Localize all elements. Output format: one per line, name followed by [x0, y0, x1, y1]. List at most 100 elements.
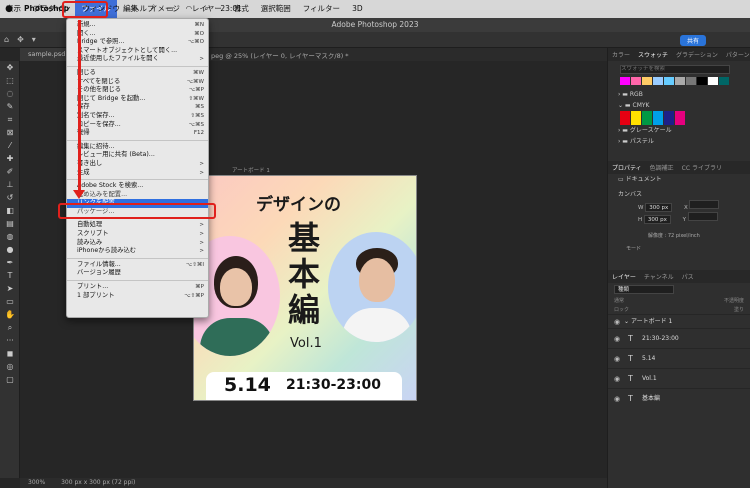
quick-mask-icon[interactable]: ◎: [0, 360, 20, 373]
swatch[interactable]: [664, 110, 674, 125]
frame-tool-icon[interactable]: ⊠: [0, 126, 20, 139]
tab-channels[interactable]: チャンネル: [640, 272, 678, 281]
zoom-level[interactable]: 300%: [28, 479, 45, 486]
menu-item-save-copy[interactable]: コピーを保存... ⌥⌘S: [67, 121, 208, 130]
eraser-icon[interactable]: ◧: [0, 204, 20, 217]
menu-help[interactable]: ヘルプ: [126, 0, 161, 18]
menu-item-close-all[interactable]: すべてを閉じる ⌥⌘W: [67, 78, 208, 87]
menu-item-version-history[interactable]: バージョン履歴: [67, 269, 208, 278]
blend-mode-select[interactable]: 通常: [614, 297, 624, 304]
share-button[interactable]: 共有: [679, 35, 706, 46]
menu-select[interactable]: 選択範囲: [255, 0, 297, 18]
menu-item-browse-bridge[interactable]: Bridge で参照... ⌥⌘O: [67, 38, 208, 47]
menu-view[interactable]: 表示: [0, 0, 27, 18]
swatch[interactable]: [675, 76, 685, 85]
tab-gradients[interactable]: グラデーション: [672, 50, 722, 59]
visibility-eye-icon[interactable]: ◉: [614, 315, 620, 329]
menu-item-save[interactable]: 保存 ⌘S: [67, 103, 208, 112]
menu-item-open[interactable]: 開く... ⌘O: [67, 30, 208, 39]
swatch[interactable]: [642, 76, 652, 85]
layer-row[interactable]: ◉ T Vol.1: [608, 367, 750, 389]
layer-group-artboard[interactable]: ◉ ⌄ アートボード 1: [608, 313, 750, 329]
eyedropper-icon[interactable]: ⁄: [0, 139, 20, 152]
menu-item-share-review[interactable]: レビュー用に共有 (Beta)...: [67, 151, 208, 160]
swatch[interactable]: [719, 76, 729, 85]
visibility-eye-icon[interactable]: ◉: [614, 329, 620, 349]
swatch[interactable]: [653, 76, 663, 85]
menu-3d[interactable]: 3D: [346, 0, 369, 18]
swatch[interactable]: [675, 110, 685, 125]
path-select-icon[interactable]: ➤: [0, 282, 20, 295]
menu-item-close[interactable]: 閉じる ⌘W: [67, 69, 208, 78]
swatch-group-pastel[interactable]: › ▬ パステル: [608, 136, 750, 147]
quick-select-icon[interactable]: ✎: [0, 100, 20, 113]
menu-item-import-iphone[interactable]: iPhoneから読み込む >: [67, 247, 208, 256]
swatch[interactable]: [642, 110, 652, 125]
swatch[interactable]: [631, 76, 641, 85]
swatch-group-cmyk[interactable]: ⌄ ▬ CMYK: [608, 100, 750, 111]
visibility-eye-icon[interactable]: ◉: [614, 389, 620, 409]
tab-paths[interactable]: パス: [678, 272, 698, 281]
swatch[interactable]: [620, 76, 630, 85]
layer-kind-select[interactable]: 種類: [614, 284, 674, 294]
hand-tool-icon[interactable]: ✋: [0, 308, 20, 321]
move-tool-icon[interactable]: ✥: [17, 35, 24, 44]
menu-filter[interactable]: フィルター: [297, 0, 346, 18]
zoom-tool-icon[interactable]: ⌕: [0, 321, 20, 334]
history-brush-icon[interactable]: ↺: [0, 191, 20, 204]
swatch[interactable]: [620, 110, 630, 125]
menu-item-revert[interactable]: 復帰 F12: [67, 129, 208, 138]
menu-item-search-stock[interactable]: Adobe Stock を検索...: [67, 182, 208, 191]
menu-item-automate[interactable]: 自動処理 >: [67, 221, 208, 230]
swatch-group-rgb[interactable]: › ▬ RGB: [608, 89, 750, 100]
tab-adjustments[interactable]: 色調補正: [646, 163, 678, 172]
brush-tool-icon[interactable]: ✐: [0, 165, 20, 178]
tab-current-doc[interactable]: peg @ 25% (レイヤー 0, レイヤーマスク/8) *: [211, 50, 349, 60]
artboard[interactable]: デザインの 基本編 Vol.1 5.14 21:30-23:00: [193, 175, 417, 401]
gradient-tool-icon[interactable]: ▤: [0, 217, 20, 230]
menu-item-save-as[interactable]: 別名で保存... ⇧⌘S: [67, 112, 208, 121]
layer-row[interactable]: ◉ T 21:30-23:00: [608, 327, 750, 349]
menu-item-import[interactable]: 読み込み >: [67, 239, 208, 248]
marquee-tool-icon[interactable]: ⬚: [0, 74, 20, 87]
swatch-group-gray[interactable]: › ▬ グレースケール: [608, 125, 750, 136]
swatch[interactable]: [653, 110, 663, 125]
visibility-eye-icon[interactable]: ◉: [614, 369, 620, 389]
lasso-tool-icon[interactable]: ◌: [0, 87, 20, 100]
layer-row[interactable]: ◉ T 5.14: [608, 347, 750, 369]
visibility-eye-icon[interactable]: ◉: [614, 349, 620, 369]
move-tool-icon[interactable]: ✥: [0, 61, 20, 74]
width-field[interactable]: 300 px: [645, 202, 673, 212]
tab-patterns[interactable]: パターン: [722, 50, 750, 59]
stamp-tool-icon[interactable]: ⊥: [0, 178, 20, 191]
menu-item-open-recent[interactable]: 最近使用したファイルを開く >: [67, 55, 208, 64]
home-icon[interactable]: ⌂: [4, 35, 9, 44]
menu-item-print-one-copy[interactable]: 1 部プリント ⌥⇧⌘P: [67, 292, 208, 301]
swatch[interactable]: [686, 76, 696, 85]
screen-mode-icon[interactable]: ▢: [0, 373, 20, 386]
layer-row[interactable]: ◉ T 基本編: [608, 387, 750, 409]
height-field[interactable]: 300 px: [643, 214, 671, 224]
menu-item-close-others[interactable]: その他を閉じる ⌥⌘P: [67, 86, 208, 95]
menu-item-export[interactable]: 書き出し >: [67, 160, 208, 169]
swatch[interactable]: [664, 76, 674, 85]
y-field[interactable]: [687, 211, 718, 221]
tab-color[interactable]: カラー: [608, 50, 634, 59]
healing-brush-icon[interactable]: ✚: [0, 152, 20, 165]
search-icon[interactable]: ⌕: [198, 0, 214, 18]
blur-tool-icon[interactable]: ◍: [0, 230, 20, 243]
dodge-tool-icon[interactable]: ●: [0, 243, 20, 256]
x-field[interactable]: [689, 199, 720, 209]
swatch[interactable]: [708, 76, 718, 85]
tab-properties[interactable]: プロパティ: [608, 163, 646, 172]
swatch[interactable]: [631, 110, 641, 125]
more-tools-icon[interactable]: ···: [0, 334, 20, 347]
chevron-down-icon[interactable]: ▾: [32, 35, 36, 44]
type-tool-icon[interactable]: T: [0, 269, 20, 282]
swatch-search-input[interactable]: [620, 64, 730, 74]
pen-tool-icon[interactable]: ✒: [0, 256, 20, 269]
color-swatch-icon[interactable]: ◼: [0, 347, 20, 360]
menu-item-generate[interactable]: 生成 >: [67, 169, 208, 178]
tab-cc-libraries[interactable]: CC ライブラリ: [678, 163, 726, 172]
tab-swatches[interactable]: スウォッチ: [634, 50, 672, 59]
